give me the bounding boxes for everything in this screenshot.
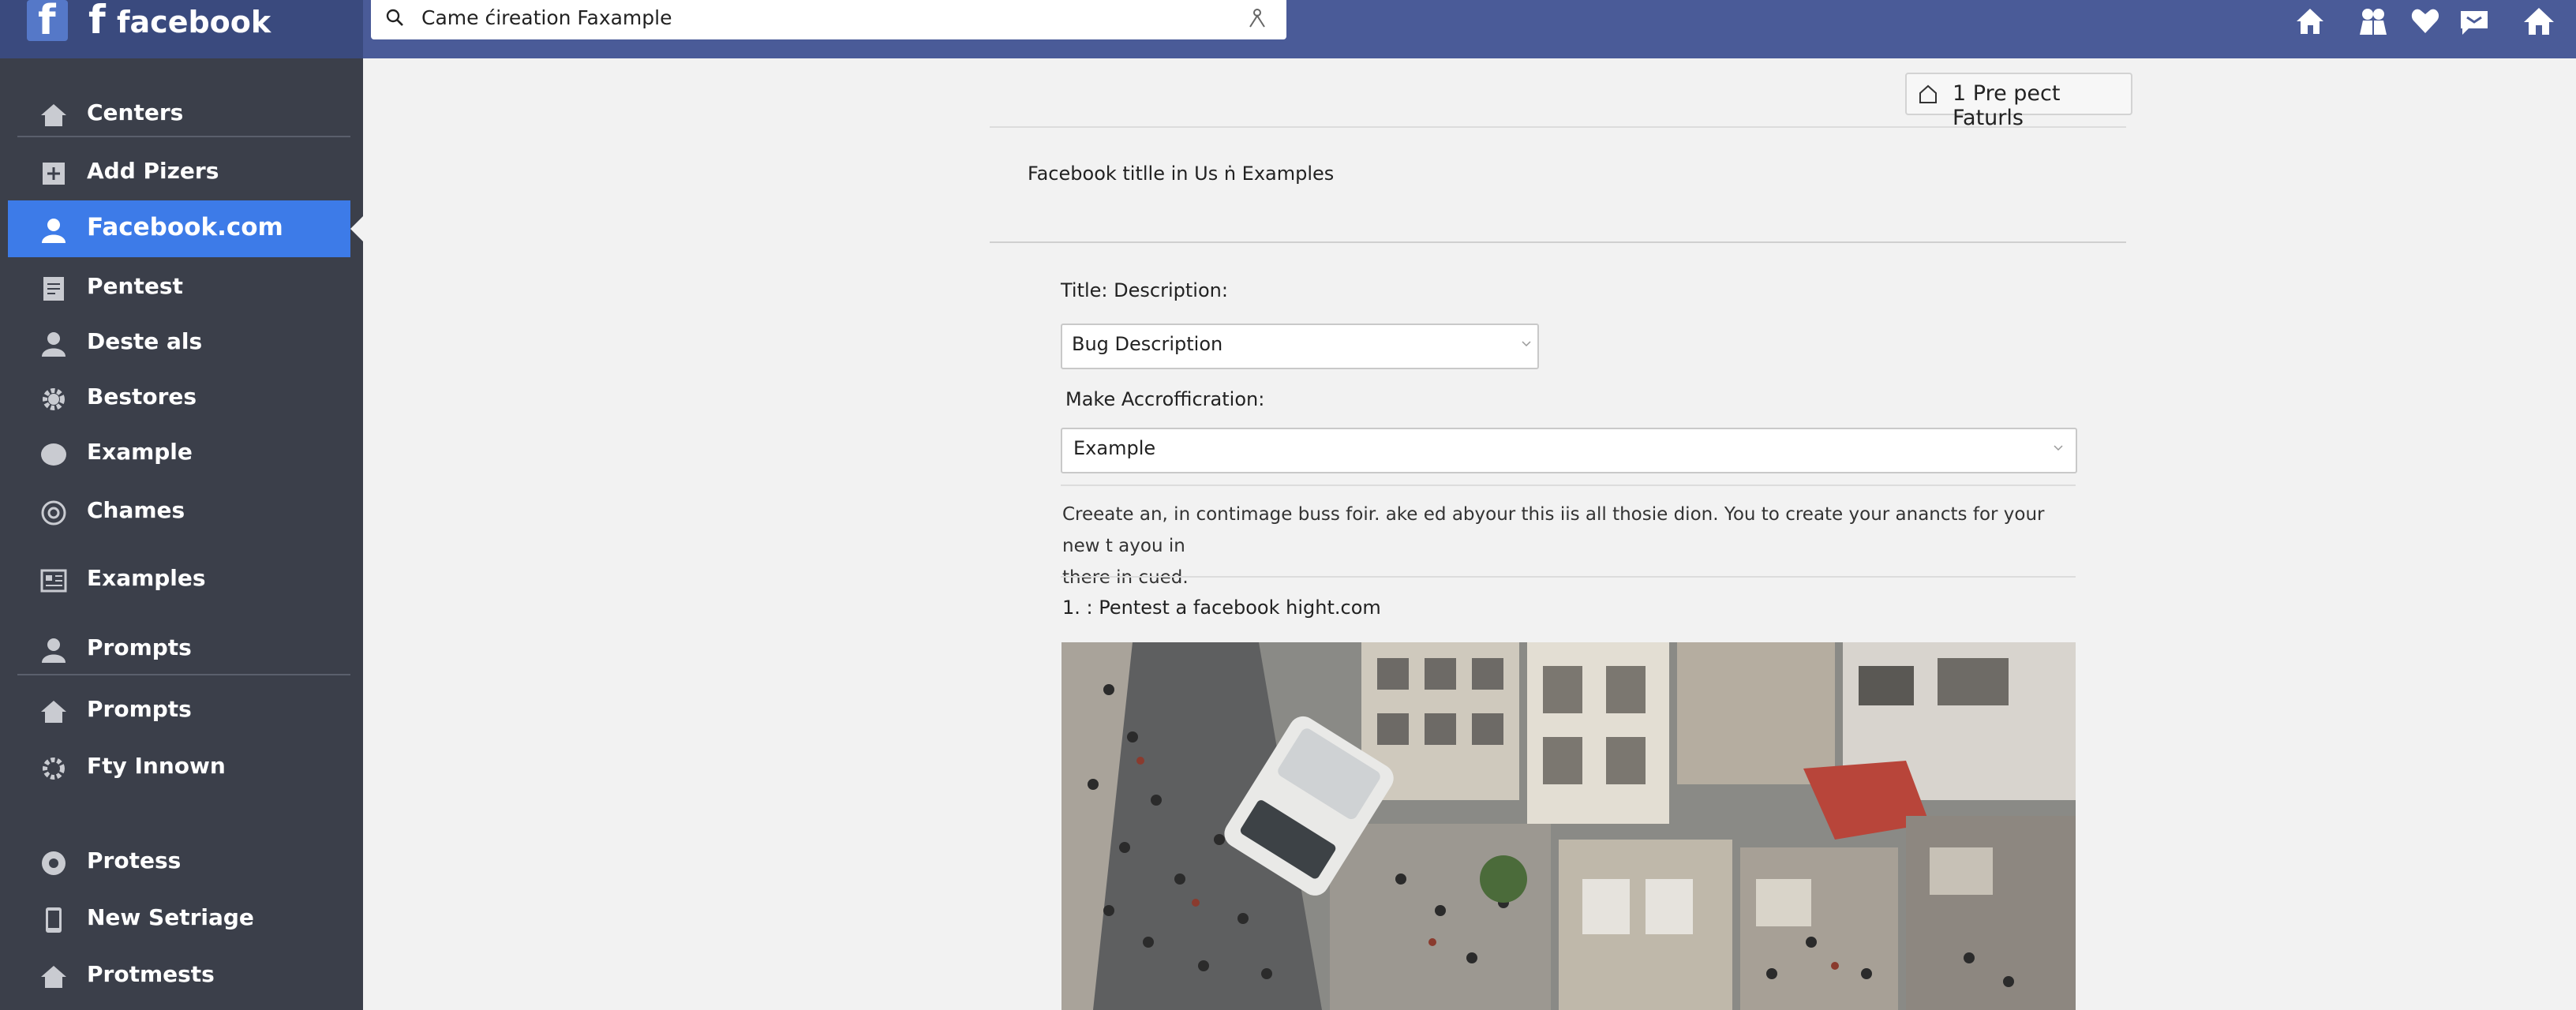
friends-icon[interactable]	[2357, 5, 2390, 38]
sidebar-item-protess[interactable]: Protess	[8, 833, 350, 890]
home-outline-icon	[1919, 84, 1937, 103]
sidebar-item-chames[interactable]: Chames	[8, 483, 350, 540]
circle-icon	[41, 443, 66, 466]
search-icon	[386, 9, 403, 26]
add-page-icon	[43, 163, 65, 185]
title-description-label: Title: Description:	[1061, 279, 1228, 301]
person-icon	[42, 219, 66, 243]
home-alt-icon[interactable]	[2522, 5, 2555, 38]
sidebar-item-bestores[interactable]: Bestores	[8, 369, 350, 426]
sidebar-item-label: Pentest	[87, 273, 183, 299]
divider	[990, 126, 2126, 128]
sidebar-divider	[17, 674, 350, 675]
facebook-logo-icon[interactable]: f	[27, 0, 68, 44]
sidebar-item-label: New Setriage	[87, 904, 254, 930]
heart-icon[interactable]	[2409, 5, 2442, 38]
title-description-select[interactable]: Bug Description	[1061, 324, 1539, 369]
sidebar-item-add-pizers[interactable]: Add Pizers	[8, 144, 350, 200]
street-photo[interactable]	[1061, 642, 2076, 1010]
make-accrofficration-value: Example	[1073, 437, 1156, 459]
gear-icon	[43, 758, 65, 780]
home-icon[interactable]	[2293, 5, 2327, 38]
sidebar-item-label: Example	[87, 439, 193, 465]
sidebar-item-label: Protess	[87, 847, 182, 873]
messages-icon[interactable]	[2458, 5, 2491, 38]
chevron-down-icon	[2054, 445, 2063, 451]
sidebar-item-centers[interactable]: Centers	[8, 85, 350, 142]
sidebar-item-label: Add Pizers	[87, 158, 219, 184]
project-features-label: 1 Pre pect Faturls	[1953, 81, 2061, 130]
brand-name[interactable]: facebook	[117, 5, 271, 39]
street-photo-illustration	[1061, 642, 2076, 1010]
at-icon	[41, 500, 66, 526]
title-description-value: Bug Description	[1072, 333, 1223, 355]
search-value: Came ćireation Faxample	[421, 6, 672, 29]
sidebar-item-pentest[interactable]: Pentest	[8, 259, 350, 316]
chevron-down-icon	[1522, 341, 1531, 347]
sidebar-item-label: Prompts	[87, 634, 192, 660]
sidebar-item-label: Protmests	[87, 961, 215, 987]
sidebar-item-label: Facebook.com	[87, 213, 283, 241]
sidebar-item-label: Chames	[87, 497, 185, 523]
divider	[1061, 576, 2076, 578]
sidebar-divider	[17, 136, 350, 137]
home-icon	[41, 701, 66, 723]
person-icon	[42, 332, 66, 357]
sidebar-item-label: Centers	[87, 99, 184, 125]
phone-icon	[46, 907, 62, 933]
gear-icon	[43, 388, 65, 410]
description-line: Creeate an, in contimage buss foir. ake …	[1062, 504, 2045, 556]
document-icon	[43, 277, 64, 301]
top-bar: f f facebook Came ćireation Faxample	[0, 0, 2576, 58]
person-icon	[42, 638, 66, 663]
make-accrofficration-label: Make Accrofficration:	[1065, 388, 1265, 410]
person-pin-icon[interactable]	[1247, 6, 1267, 30]
home-icon	[41, 104, 66, 126]
step-heading: 1. : Pentest a facebook hight.com	[1062, 597, 1381, 619]
search-input[interactable]: Came ćireation Faxample	[371, 0, 1286, 39]
brand-area: f f facebook	[0, 0, 363, 58]
sidebar-item-label: Examples	[87, 565, 206, 591]
active-indicator	[350, 216, 363, 241]
home-icon	[41, 966, 66, 988]
grid-icon	[40, 569, 67, 593]
sidebar-item-label: Bestores	[87, 383, 197, 410]
page-title: Facebook titlle in Us ṅ Examples	[1028, 163, 1335, 185]
sidebar-item-new-setriage[interactable]: New Setriage	[8, 890, 350, 947]
divider	[990, 241, 2126, 243]
sidebar-item-label: Prompts	[87, 696, 192, 722]
make-accrofficration-select[interactable]: Example	[1061, 428, 2077, 473]
sidebar-item-prompts[interactable]: Prompts	[8, 620, 350, 677]
description-text: Creeate an, in contimage buss foir. ake …	[1062, 499, 2072, 593]
project-features-button[interactable]: 1 Pre pect Faturls	[1905, 73, 2132, 130]
sidebar-item-label: Deste als	[87, 328, 203, 354]
sidebar-item-facebook-com[interactable]: Facebook.com	[8, 200, 350, 257]
description-line: there in cued.	[1062, 567, 1189, 588]
sidebar-item-label: Fty Innown	[87, 753, 226, 779]
sidebar-item-fty-innown[interactable]: Fty Innown	[8, 739, 350, 795]
facebook-f-icon: f	[88, 0, 106, 43]
sidebar-item-examples[interactable]: Examples	[8, 551, 350, 608]
sidebar-item-protmests[interactable]: Protmests	[8, 947, 350, 1004]
divider	[1061, 484, 2076, 486]
sidebar-item-example[interactable]: Example	[8, 425, 350, 481]
circle-icon	[42, 851, 66, 875]
sidebar-item-prompts-2[interactable]: Prompts	[8, 682, 350, 739]
sidebar-item-deste-als[interactable]: Deste als	[8, 314, 350, 371]
